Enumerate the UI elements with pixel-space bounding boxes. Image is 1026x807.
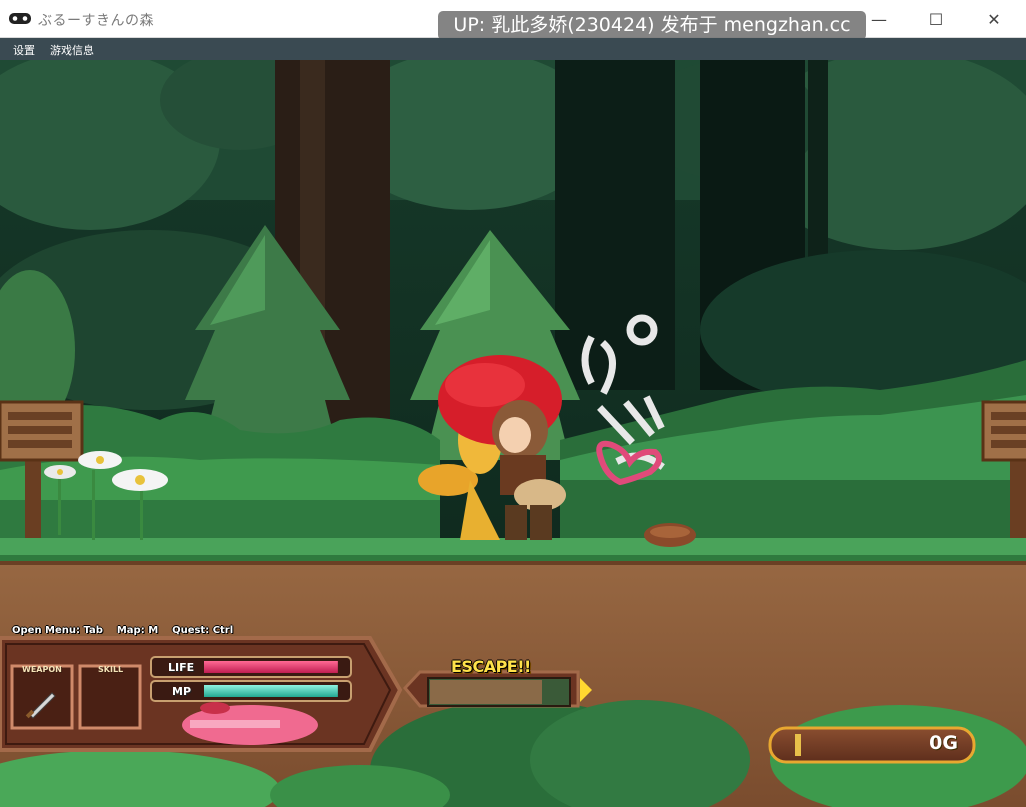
enemy-mushroom	[644, 523, 696, 547]
gamepad-icon	[9, 13, 31, 24]
life-label: LIFE	[168, 661, 195, 674]
close-button[interactable]: ✕	[971, 0, 1017, 38]
skill-label: SKILL	[98, 665, 124, 674]
menu-settings[interactable]: 设置	[13, 42, 35, 58]
game-viewport[interactable]: Open Menu: Tab Map: M Quest: Ctrl WEAPON…	[0, 60, 1026, 807]
window-title: ぶるーすきんの森	[38, 13, 154, 29]
gold-amount: 0G	[929, 732, 958, 754]
menu-bar: 设置 游戏信息	[0, 38, 1026, 61]
controls-hint: Open Menu: Tab Map: M Quest: Ctrl	[12, 625, 234, 636]
skill-slot[interactable]	[78, 664, 142, 730]
maximize-button[interactable]: ☐	[913, 0, 959, 38]
weapon-slot[interactable]	[10, 664, 74, 730]
menu-game-info[interactable]: 游戏信息	[50, 42, 94, 58]
watermark-banner: UP: 乳此多娇(230424) 发布于 mengzhan.cc	[438, 11, 866, 40]
mp-label: MP	[172, 685, 192, 698]
escape-meter	[402, 670, 592, 708]
escape-label: ESCAPE!!	[451, 657, 531, 676]
game-scene	[0, 60, 1026, 807]
weapon-label: WEAPON	[22, 665, 62, 674]
